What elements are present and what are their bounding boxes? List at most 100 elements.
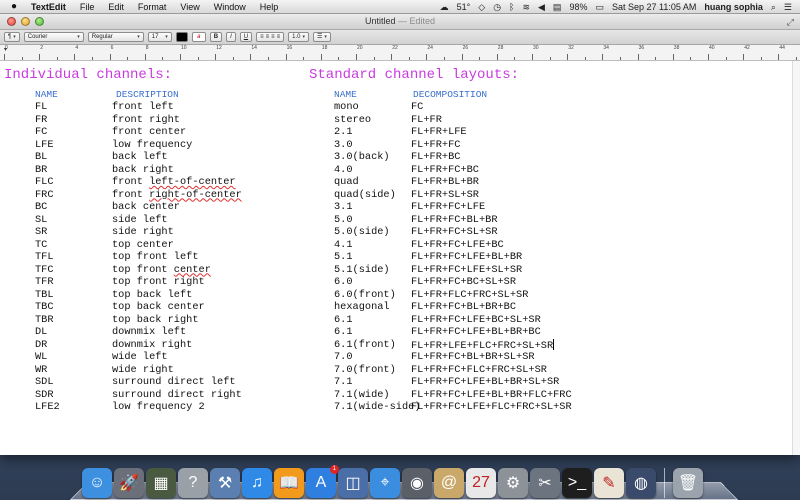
launchpad-icon[interactable]: 🚀	[114, 468, 144, 498]
ibooks-icon[interactable]: 📖	[274, 468, 304, 498]
list-bullets-popup[interactable]: ☰ ▾	[313, 32, 331, 42]
ruler-tick	[162, 57, 164, 60]
text-row: FC front center 2.1 FL+FR+LFE	[0, 126, 792, 139]
ruler-number: 10	[181, 45, 187, 51]
spotlight-icon[interactable]: ⌕	[771, 2, 776, 13]
menu-format[interactable]: Format	[131, 2, 174, 12]
time-machine-icon[interactable]: ◷	[493, 2, 501, 13]
layout-decomposition: FL+FR+FC+LFE+BL+BR+FLC+FRC	[411, 388, 572, 401]
channel-description: top front left	[112, 251, 199, 263]
bold-button[interactable]: B	[209, 32, 223, 42]
weather-temperature[interactable]: 51°	[457, 2, 471, 12]
layout-decomposition: FL+FR+FC+BL+BR+SL+SR	[411, 351, 535, 363]
channel-name: FLC	[35, 176, 54, 188]
dropbox-icon[interactable]: ◇	[478, 2, 485, 13]
cloud-icon[interactable]: ☁	[440, 2, 449, 13]
photo-booth-icon[interactable]: ◍	[626, 468, 656, 498]
wifi-icon[interactable]: ≋	[522, 2, 530, 13]
itunes-icon[interactable]: ♫	[242, 468, 272, 498]
menu-clock[interactable]: Sat Sep 27 11:05 AM	[612, 2, 696, 12]
font-family-popup[interactable]: Courier ▾	[23, 32, 84, 42]
trash-icon[interactable]: 🗑	[673, 468, 703, 498]
ruler-tick	[690, 57, 692, 60]
ruler-tick	[567, 54, 569, 60]
align-right-icon[interactable]: ≡	[271, 33, 275, 41]
font-size-value: 17	[151, 34, 159, 40]
screenshot-icon[interactable]: ◉	[402, 468, 432, 498]
ruler-tick	[461, 54, 463, 60]
layout-name: hexagonal	[334, 301, 390, 313]
bluetooth-icon[interactable]: ᛒ	[509, 2, 514, 12]
ruler[interactable]: ▾ 0 2 4 6 8 10 12 14 16 18 20 22 24 26 28 30 32 34 36 38 40 4…	[0, 45, 800, 61]
terminal-icon[interactable]: >_	[562, 468, 592, 498]
layout-name: 6.1	[334, 326, 353, 338]
ruler-tick	[584, 57, 586, 60]
spelling-error-underline[interactable]: left-of-center	[149, 176, 236, 188]
finder-icon[interactable]: ☺	[82, 468, 112, 498]
text-color-well[interactable]	[175, 32, 188, 42]
help-icon[interactable]: ?	[178, 468, 208, 498]
battery-icon[interactable]: ▭	[595, 2, 604, 13]
menu-window[interactable]: Window	[207, 2, 253, 12]
ruler-tick	[760, 57, 762, 60]
flag-icon[interactable]: ▤	[553, 2, 562, 13]
ruler-tick	[479, 57, 481, 60]
ruler-tick	[232, 57, 234, 60]
ruler-tick	[796, 57, 797, 60]
text-row: BL back left 3.0(back) FL+FR+BC	[0, 151, 792, 164]
volume-icon[interactable]: ◀	[538, 2, 545, 13]
apple-menu-icon[interactable]: ●	[4, 1, 24, 12]
preview-icon[interactable]: ◫	[338, 468, 368, 498]
spelling-error-underline[interactable]: right-of-center	[149, 189, 242, 201]
italic-button[interactable]: I	[226, 32, 236, 42]
ruler-tick	[672, 54, 674, 60]
layout-name: quad	[334, 176, 359, 188]
battery-percent[interactable]: 98%	[569, 2, 587, 12]
text-row: LFE low frequency 3.0 FL+FR+FC	[0, 139, 792, 152]
menu-app-name[interactable]: TextEdit	[24, 2, 73, 12]
textedit-icon[interactable]: ✎	[594, 468, 624, 498]
alignment-buttons[interactable]: ≡ ≡ ≡ ≡	[256, 32, 285, 42]
app-store-icon[interactable]: A1	[306, 465, 339, 498]
edited-indicator: — Edited	[398, 16, 436, 26]
layout-name: 7.1(wide-side)	[334, 401, 421, 413]
contacts-icon[interactable]: @	[434, 468, 464, 498]
fullscreen-icon[interactable]: ⤢	[787, 17, 794, 28]
spelling-error-underline[interactable]: center	[174, 264, 211, 276]
safari-icon[interactable]: ⌖	[370, 468, 400, 498]
underline-button[interactable]: U	[239, 32, 253, 42]
align-center-icon[interactable]: ≡	[266, 33, 270, 41]
text-row: TBR top back right 6.1 FL+FR+FC+LFE+BC+SL+S…	[0, 314, 792, 327]
line-spacing-popup[interactable]: 1.0 ▾	[288, 32, 310, 42]
mission-control-icon[interactable]: ▦	[146, 468, 176, 498]
paragraph-style-popup[interactable]: ¶ ▾	[4, 32, 20, 42]
menu-view[interactable]: View	[173, 2, 206, 12]
layout-decomposition: FL+FR+FC+LFE+BL+BR	[411, 251, 523, 263]
system-preferences-icon[interactable]: ⚙	[498, 468, 528, 498]
ruler-number: 16	[286, 45, 293, 51]
text-row: FLC front left-of-center quad FL+FR+BL+BR	[0, 176, 792, 189]
xcode-icon[interactable]: ⚒	[210, 468, 240, 498]
menu-edit[interactable]: Edit	[101, 2, 131, 12]
document-text-area[interactable]: Individual channels: Standard channel la…	[0, 61, 800, 437]
layout-name: 3.1	[334, 201, 353, 213]
notification-center-icon[interactable]: ☰	[784, 2, 792, 13]
ruler-number: 2	[40, 45, 43, 51]
ruler-number: 24	[427, 45, 433, 51]
calendar-icon[interactable]: 27	[466, 468, 496, 498]
font-style-popup[interactable]: Regular ▾	[87, 32, 144, 42]
highlight-color-well[interactable]: a	[191, 32, 206, 42]
channel-description: front left	[112, 101, 174, 113]
utilities-icon[interactable]: ✂	[530, 468, 560, 498]
align-justify-icon[interactable]: ≡	[277, 33, 281, 41]
ruler-tick	[320, 54, 322, 60]
font-size-popup[interactable]: 17 ▾	[147, 32, 172, 42]
menu-file[interactable]: File	[73, 2, 102, 12]
user-name[interactable]: huang sophia	[704, 2, 763, 12]
align-left-icon[interactable]: ≡	[260, 33, 264, 41]
menu-help[interactable]: Help	[253, 2, 286, 12]
layout-decomposition: FL+FR+FC	[411, 138, 461, 151]
vertical-scrollbar[interactable]	[792, 61, 800, 455]
title-bar[interactable]: Untitled — Edited ⤢	[0, 14, 800, 30]
menu-bar: ● TextEdit File Edit Format View Window …	[0, 0, 800, 14]
